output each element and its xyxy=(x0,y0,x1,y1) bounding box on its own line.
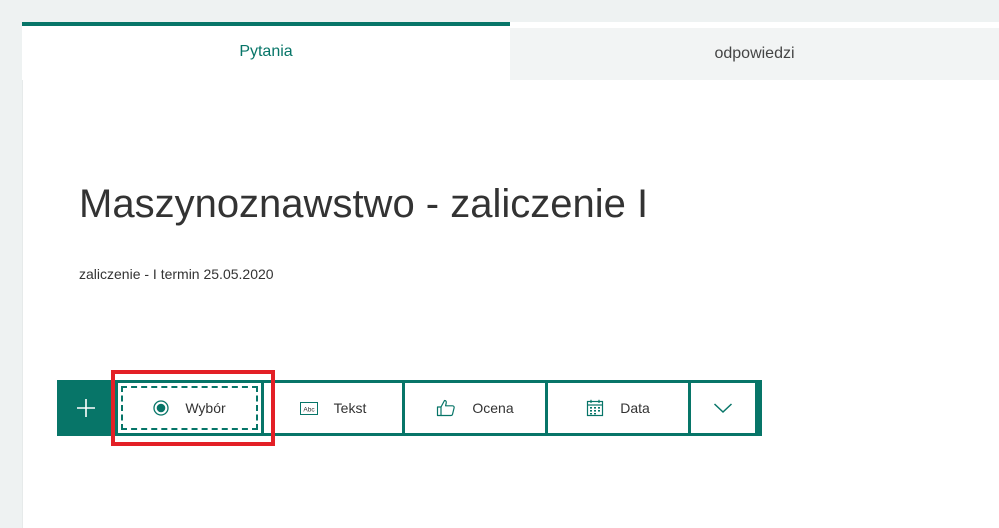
abc-glyph: Abc xyxy=(303,406,315,413)
choice-question-label: Wybór xyxy=(185,400,226,416)
more-question-types-button[interactable] xyxy=(691,383,755,433)
date-question-button[interactable]: Data xyxy=(548,383,688,433)
chevron-down-icon xyxy=(713,402,733,414)
tab-bar: Pytania odpowiedzi xyxy=(22,22,999,80)
form-title[interactable]: Maszynoznawstwo - zaliczenie I xyxy=(79,182,648,227)
calendar-icon xyxy=(586,399,604,417)
question-type-group: Wybór Abc Tekst Ocena Data xyxy=(115,380,762,436)
choice-question-button[interactable]: Wybór xyxy=(118,383,261,433)
tab-questions-label: Pytania xyxy=(239,43,293,60)
question-type-toolbar: Wybór Abc Tekst Ocena Data xyxy=(57,380,762,436)
rating-question-label: Ocena xyxy=(472,400,514,416)
rating-question-button[interactable]: Ocena xyxy=(405,383,545,433)
text-question-button[interactable]: Abc Tekst xyxy=(264,383,402,433)
plus-icon xyxy=(76,398,96,418)
card-edge xyxy=(22,80,23,528)
add-question-button[interactable] xyxy=(57,380,115,436)
thumbs-up-icon xyxy=(436,399,456,417)
text-question-label: Tekst xyxy=(333,400,367,416)
tab-responses[interactable]: odpowiedzi xyxy=(510,28,999,80)
text-abc-icon: Abc xyxy=(299,401,318,415)
form-subtitle[interactable]: zaliczenie - I termin 25.05.2020 xyxy=(79,266,274,282)
radio-button-icon xyxy=(153,400,169,416)
date-question-label: Data xyxy=(620,400,650,416)
tab-questions[interactable]: Pytania xyxy=(22,22,510,80)
tab-responses-label: odpowiedzi xyxy=(714,45,795,62)
